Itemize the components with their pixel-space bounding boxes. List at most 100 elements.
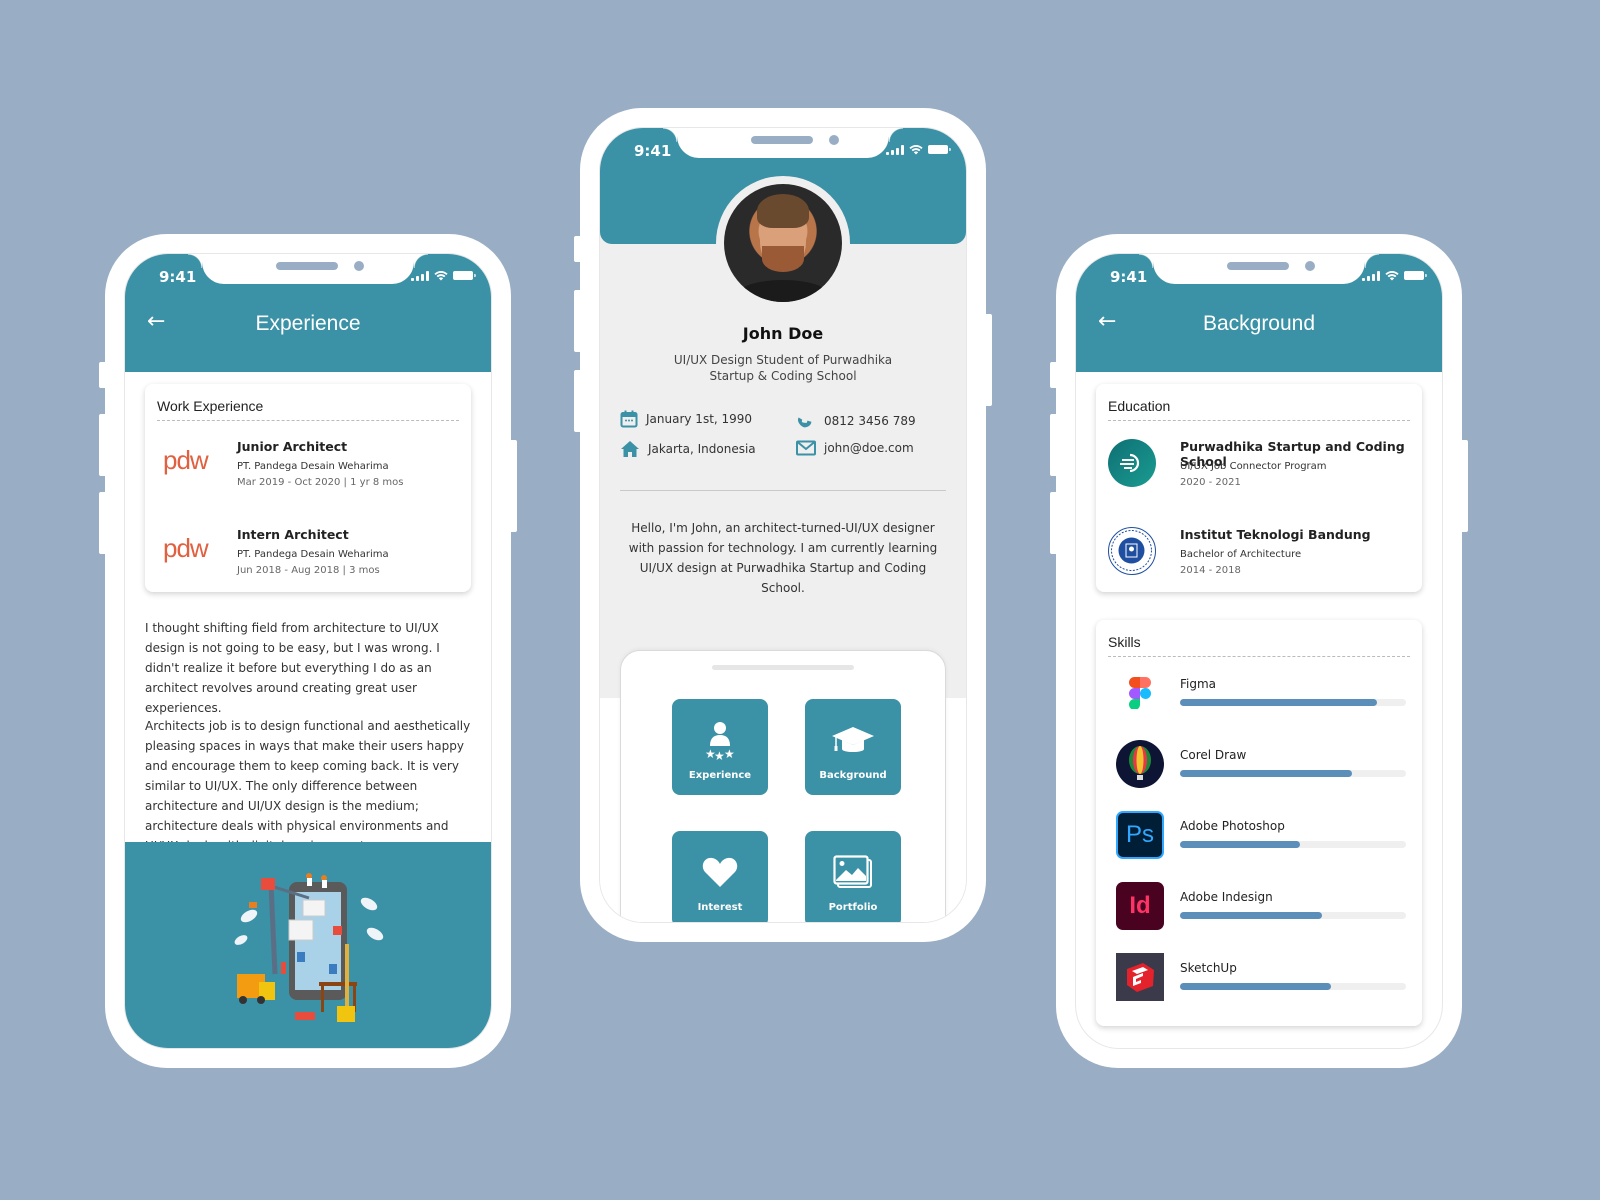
birthday-value: January 1st, 1990 (646, 412, 753, 426)
program-name: UI/UX Job Connector Program (1180, 461, 1327, 472)
side-button (574, 236, 582, 262)
calendar-icon (620, 410, 638, 428)
list-item[interactable]: pdw Junior Architect PT. Pandega Desain … (145, 421, 471, 509)
side-button (1050, 492, 1058, 554)
wifi-icon (1385, 270, 1399, 281)
school-name: Institut Teknologi Bandung (1180, 527, 1371, 542)
indesign-logo: Id (1116, 882, 1164, 930)
status-icons (411, 270, 476, 281)
tile-label: Background (819, 770, 887, 781)
card-title: Education (1108, 384, 1410, 421)
contact-email[interactable]: john@doe.com (796, 440, 914, 456)
school-years: 2020 - 2021 (1180, 477, 1241, 488)
work-experience-card: Work Experience pdw Junior Architect PT.… (145, 384, 471, 592)
skill-bar-track (1180, 770, 1406, 777)
sketchup-logo (1116, 953, 1164, 1001)
contact-birthday: January 1st, 1990 (620, 410, 752, 428)
skill-name: Figma (1180, 677, 1217, 691)
list-item[interactable]: Institut Teknologi Bandung Bachelor of A… (1096, 509, 1422, 597)
notch (188, 254, 428, 284)
school-years: 2014 - 2018 (1180, 565, 1241, 576)
battery-icon (453, 271, 476, 280)
profile-bio: Hello, I'm John, an architect-turned-UI/… (628, 521, 938, 595)
illustration-area (125, 842, 491, 1048)
card-title: Skills (1108, 620, 1410, 657)
camera (354, 261, 364, 271)
skill-bar-track (1180, 699, 1406, 706)
company-logo: pdw (163, 533, 209, 563)
skill-bar-fill (1180, 983, 1332, 990)
program-name: Bachelor of Architecture (1180, 549, 1302, 560)
tile-label: Portfolio (828, 902, 878, 913)
skill-name: Adobe Photoshop (1180, 819, 1285, 833)
profile-tagline: UI/UX Design Student of Purwadhika Start… (673, 353, 893, 383)
side-button (99, 492, 107, 554)
camera (1305, 261, 1315, 271)
job-period: Mar 2019 - Oct 2020 | 1 yr 8 mos (237, 477, 404, 488)
status-icons (1362, 270, 1427, 281)
page-title: Experience (255, 312, 361, 335)
wifi-icon (434, 270, 448, 281)
company-logo: pdw (163, 445, 209, 475)
status-time: 9:41 (634, 142, 672, 160)
purwadhika-logo (1108, 439, 1156, 487)
avatar-shirt (738, 280, 828, 302)
skills-card: Skills Figma Corel Draw Ps Adobe Photosh… (1096, 620, 1422, 1026)
side-button (1460, 440, 1468, 532)
app-header: 9:41 ← Background (1076, 254, 1442, 372)
skill-bar-track (1180, 983, 1406, 990)
card-title: Work Experience (157, 384, 459, 421)
menu-tile-portfolio[interactable]: Portfolio (805, 831, 901, 922)
menu-sheet: ★ ★ ★ Experience Background Interest Por… (620, 650, 946, 922)
email-value: john@doe.com (824, 441, 914, 455)
speaker (276, 262, 338, 270)
phone-icon (798, 417, 812, 428)
sheet-handle[interactable] (712, 665, 854, 670)
avatar-ring (716, 176, 850, 310)
phone-profile: 9:41 John Doe UI/UX Design Student of Pu… (574, 108, 992, 942)
battery-icon (1404, 271, 1427, 280)
contact-phone[interactable]: 0812 3456 789 (796, 412, 916, 430)
skill-name: Adobe Indesign (1180, 890, 1273, 904)
side-button (509, 440, 517, 532)
avatar[interactable] (724, 184, 842, 302)
tile-label: Experience (688, 770, 752, 781)
list-item[interactable]: pdw Intern Architect PT. Pandega Desain … (145, 509, 471, 597)
job-title: Intern Architect (237, 527, 349, 542)
image-gallery-icon (805, 851, 901, 893)
skill-bar-fill (1180, 770, 1352, 777)
skill-bar-fill (1180, 699, 1377, 706)
skill-bar-track (1180, 912, 1406, 919)
menu-tile-interest[interactable]: Interest (672, 831, 768, 922)
experience-screen: 9:41 ← Experience Work Experience pdw Ju… (124, 253, 492, 1049)
tile-label: Interest (697, 902, 743, 913)
skill-row: SketchUp (1096, 941, 1422, 1012)
skill-row: Ps Adobe Photoshop (1096, 799, 1422, 870)
camera (829, 135, 839, 145)
menu-tile-background[interactable]: Background (805, 699, 901, 795)
menu-tile-experience[interactable]: ★ ★ ★ Experience (672, 699, 768, 795)
side-button (574, 370, 582, 432)
experience-paragraph: Architects job is to design functional a… (145, 719, 471, 853)
signal-icon (411, 270, 429, 281)
status-time: 9:41 (159, 268, 197, 286)
side-button (1050, 362, 1058, 388)
divider (620, 490, 946, 491)
side-button (99, 414, 107, 476)
list-item[interactable]: Purwadhika Startup and Coding School UI/… (1096, 421, 1422, 509)
skill-bar-track (1180, 841, 1406, 848)
skill-name: Corel Draw (1180, 748, 1247, 762)
user-stars-icon: ★ ★ ★ (672, 719, 768, 761)
battery-icon (928, 145, 951, 154)
company-name: PT. Pandega Desain Weharima (237, 461, 389, 472)
avatar-hair (757, 194, 809, 228)
svg-text:★: ★ (724, 747, 735, 760)
notch (663, 128, 903, 158)
phone-experience: 9:41 ← Experience Work Experience pdw Ju… (99, 234, 517, 1068)
mail-icon (796, 440, 816, 456)
skill-row: Corel Draw (1096, 728, 1422, 799)
speaker (1227, 262, 1289, 270)
coreldraw-logo (1116, 740, 1164, 788)
profile-screen: 9:41 John Doe UI/UX Design Student of Pu… (599, 127, 967, 923)
heart-icon (672, 851, 768, 893)
